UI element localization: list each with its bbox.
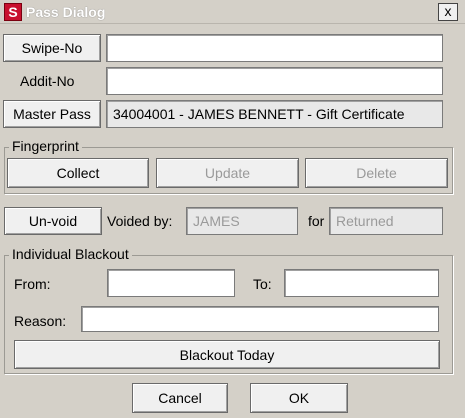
from-date-input[interactable]: [107, 269, 235, 297]
collect-button[interactable]: Collect: [7, 158, 149, 188]
fingerprint-group-title: Fingerprint: [9, 138, 82, 154]
title-bar: S Pass Dialog x: [0, 0, 465, 24]
close-button[interactable]: x: [438, 3, 458, 21]
window-title: Pass Dialog: [26, 4, 106, 20]
blackout-group-title: Individual Blackout: [9, 246, 132, 262]
unvoid-button[interactable]: Un-void: [4, 207, 102, 235]
reason-input[interactable]: [81, 306, 439, 332]
voided-by-label: Voided by:: [107, 213, 173, 229]
void-reason-field: Returned: [329, 207, 443, 235]
swipe-no-input[interactable]: [106, 34, 443, 62]
reason-label: Reason:: [14, 313, 67, 329]
master-pass-button[interactable]: Master Pass: [3, 100, 101, 128]
addit-no-input[interactable]: [106, 67, 443, 95]
master-pass-field: 34004001 - JAMES BENNETT - Gift Certific…: [106, 100, 443, 128]
addit-no-label: Addit-No: [20, 73, 75, 89]
for-label: for: [308, 213, 325, 229]
update-button[interactable]: Update: [156, 158, 299, 188]
blackout-today-button[interactable]: Blackout Today: [14, 340, 440, 369]
to-label: To:: [253, 276, 272, 292]
voided-by-field: JAMES: [186, 207, 298, 235]
from-label: From:: [14, 276, 51, 292]
app-icon: S: [4, 3, 22, 21]
cancel-button[interactable]: Cancel: [132, 383, 228, 413]
ok-button[interactable]: OK: [250, 383, 348, 413]
swipe-no-button[interactable]: Swipe-No: [3, 34, 101, 62]
to-date-input[interactable]: [284, 269, 439, 297]
delete-button[interactable]: Delete: [305, 158, 448, 188]
close-icon: x: [444, 3, 452, 19]
